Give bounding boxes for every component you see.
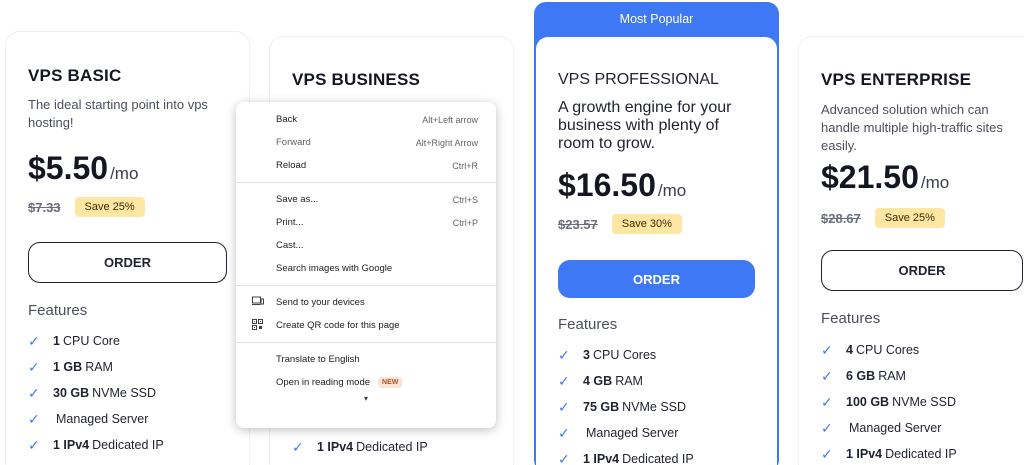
shortcut-label: Ctrl+P [452,217,478,228]
check-icon: ✓ [28,410,40,427]
list-item: ✓ Managed Server [28,410,149,427]
devices-icon [252,296,264,309]
check-icon: ✓ [28,384,40,401]
menu-separator [236,285,496,286]
discount-row: $23.57 Save 30% [558,214,755,234]
plan-description: Advanced solution which can handle multi… [821,102,1003,153]
order-button[interactable]: ORDER [558,260,755,298]
check-icon: ✓ [558,450,570,465]
new-badge: NEW [378,377,403,388]
features-list: ✓ 1 CPU Core ✓ 1 GB RAM ✓ 30 GB NVMe SSD ✓ Mana… [28,328,227,458]
check-icon: ✓ [292,438,304,455]
save-badge: Save 25% [874,208,945,228]
check-icon: ✓ [821,341,833,358]
list-item: ✓ 1 CPU Core [28,332,120,349]
context-menu: Back Alt+Left arrow Forward Alt+Right Ar… [236,102,496,428]
menu-item-cast[interactable]: Cast... [236,234,496,257]
list-item: ✓ 1 IPv4 Dedicated IP [558,446,755,465]
plan-title: VPS ENTERPRISE [821,70,972,89]
check-icon: ✓ [821,445,833,462]
price-row: $21.50 /mo [821,159,1015,196]
qr-code-icon [252,318,263,333]
list-item: ✓ Managed Server [558,424,679,441]
old-price: $7.33 [28,199,61,215]
list-item: ✓ 30 GB NVMe SSD [28,384,157,401]
check-icon: ✓ [821,393,833,410]
menu-item-print[interactable]: Print... Ctrl+P [236,211,496,234]
check-icon: ✓ [28,358,40,375]
discount-row: $28.67 Save 25% [821,208,1015,228]
check-icon: ✓ [558,346,570,363]
old-price: $28.67 [821,210,861,226]
save-badge: Save 30% [611,214,682,234]
menu-separator [236,342,496,343]
menu-item-reload[interactable]: Reload Ctrl+R [236,154,496,177]
list-item: ✓ 1 IPv4 Dedicated IP [292,438,428,455]
plan-price: $21.50 [821,159,919,195]
plan-title: VPS BASIC [28,66,122,85]
check-icon: ✓ [821,419,833,436]
menu-item-search-images[interactable]: Search images with Google [236,257,496,280]
plan-description: A growth engine for your business with p… [558,99,732,152]
features-heading: Features [821,310,881,327]
features-heading: Features [28,302,88,319]
menu-item-send-to-devices[interactable]: Send to your devices [236,291,496,314]
shortcut-label: Alt+Left arrow [422,114,478,125]
features-list: ✓ 4 CPU Cores ✓ 6 GB RAM ✓ 100 GB NVMe SSD ✓ Ma… [821,337,1015,465]
order-button[interactable]: ORDER [28,242,227,283]
check-icon: ✓ [558,372,570,389]
plan-title: VPS PROFESSIONAL [558,71,719,88]
plan-card-body: VPS PROFESSIONAL A growth engine for you… [536,37,777,465]
features-list: ✓ 1 IPv4 Dedicated IP [292,434,428,460]
expand-more-icon[interactable]: ▾ [236,394,496,403]
menu-separator [236,182,496,183]
plan-card-enterprise: VPS ENTERPRISE Advanced solution which c… [798,36,1024,465]
price-period: /mo [920,173,950,192]
plan-card-basic: VPS BASIC The ideal starting point into … [5,31,250,465]
menu-item-create-qr-code[interactable]: Create QR code for this page [236,314,496,337]
most-popular-badge: Most Popular [619,12,694,26]
shortcut-label: Ctrl+R [452,160,478,171]
price-period: /mo [657,181,687,200]
list-item: ✓ Managed Server [821,419,942,436]
price-row: $5.50 /mo [28,150,227,187]
list-item: ✓ 1 IPv4 Dedicated IP [28,436,164,453]
plan-price: $5.50 [28,150,109,186]
list-item: ✓ 4 CPU Cores [821,341,920,358]
shortcut-label: Alt+Right Arrow [415,137,478,148]
discount-row: $7.33 Save 25% [28,197,227,217]
old-price: $23.57 [558,216,598,232]
check-icon: ✓ [558,398,570,415]
menu-item-forward[interactable]: Forward Alt+Right Arrow [236,131,496,154]
plan-card-professional: Most Popular VPS PROFESSIONAL A growth e… [534,2,779,465]
list-item: ✓ 6 GB RAM [821,367,906,384]
order-button[interactable]: ORDER [821,250,1023,291]
price-row: $16.50 /mo [558,167,755,204]
features-list: ✓ 3 CPU Cores ✓ 4 GB RAM ✓ 75 GB NVMe SSD ✓ Man… [558,342,755,465]
check-icon: ✓ [28,436,40,453]
list-item: ✓ 4 GB RAM [558,372,643,389]
menu-item-back[interactable]: Back Alt+Left arrow [236,108,496,131]
list-item: ✓ 3 CPU Cores [558,346,657,363]
menu-item-save-as[interactable]: Save as... Ctrl+S [236,188,496,211]
menu-item-translate[interactable]: Translate to English [236,348,496,371]
shortcut-label: Ctrl+S [452,194,478,205]
check-icon: ✓ [821,367,833,384]
check-icon: ✓ [558,424,570,441]
list-item: ✓ 1 GB RAM [28,358,113,375]
features-heading: Features [558,316,618,333]
plan-price: $16.50 [558,167,656,203]
plan-title: VPS BUSINESS [292,70,421,89]
menu-item-reading-mode[interactable]: Open in reading mode NEW [236,371,496,394]
save-badge: Save 25% [74,197,145,217]
check-icon: ✓ [28,332,40,349]
list-item: ✓ 1 IPv4 Dedicated IP [821,445,957,462]
list-item: ✓ 75 GB NVMe SSD [558,398,687,415]
list-item: ✓ 100 GB NVMe SSD [821,393,956,410]
price-period: /mo [110,164,139,183]
plan-description: The ideal starting point into vps hostin… [28,97,208,130]
